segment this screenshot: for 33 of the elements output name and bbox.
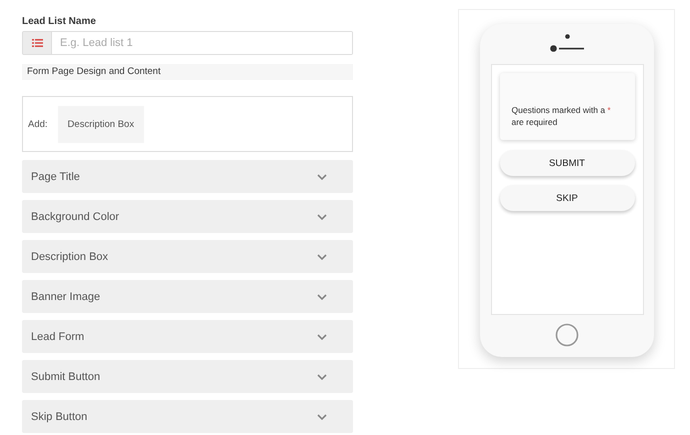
chevron-icon — [317, 294, 327, 300]
accordion-item[interactable]: Submit Button — [22, 360, 353, 393]
chevron-icon — [317, 334, 327, 340]
add-label: Add: — [28, 118, 48, 130]
chevron-icon — [317, 174, 327, 180]
preview-button[interactable]: SKIP — [500, 185, 634, 211]
chevron-icon — [317, 254, 327, 260]
chevron-icon — [317, 374, 327, 380]
accordion-item[interactable]: Page Title — [22, 160, 353, 193]
description-text: Questions marked with a * are required — [512, 104, 611, 128]
field-label: Lead List Name — [22, 15, 97, 29]
home-button-icon — [555, 323, 579, 347]
accordion-title: Skip Button — [31, 410, 88, 422]
chevron-icon — [317, 414, 327, 420]
add-option-button[interactable]: Description Box — [58, 106, 144, 142]
accordion-item[interactable]: Skip Button — [22, 400, 353, 433]
preview-button[interactable]: SUBMIT — [500, 150, 634, 176]
list-icon — [32, 39, 42, 47]
accordion-title: Banner Image — [31, 290, 100, 302]
speaker-icon — [550, 45, 584, 52]
accordion-title: Background Color — [31, 210, 120, 222]
accordion-title: Submit Button — [31, 370, 100, 382]
accordion-item[interactable]: Description Box — [22, 240, 353, 273]
lead-list-name-field[interactable]: E.g. Lead list 1 — [22, 31, 353, 55]
camera-icon — [564, 34, 570, 39]
accordion-title: Description Box — [31, 250, 108, 262]
section-title: Form Page Design and Content — [22, 64, 353, 80]
chevron-icon — [317, 214, 327, 220]
accordion-title: Page Title — [31, 170, 80, 182]
accordion-item[interactable]: Background Color — [22, 200, 353, 233]
accordion-title: Lead Form — [31, 330, 84, 342]
accordion-item[interactable]: Lead Form — [22, 320, 353, 353]
accordion-item[interactable]: Banner Image — [22, 280, 353, 313]
